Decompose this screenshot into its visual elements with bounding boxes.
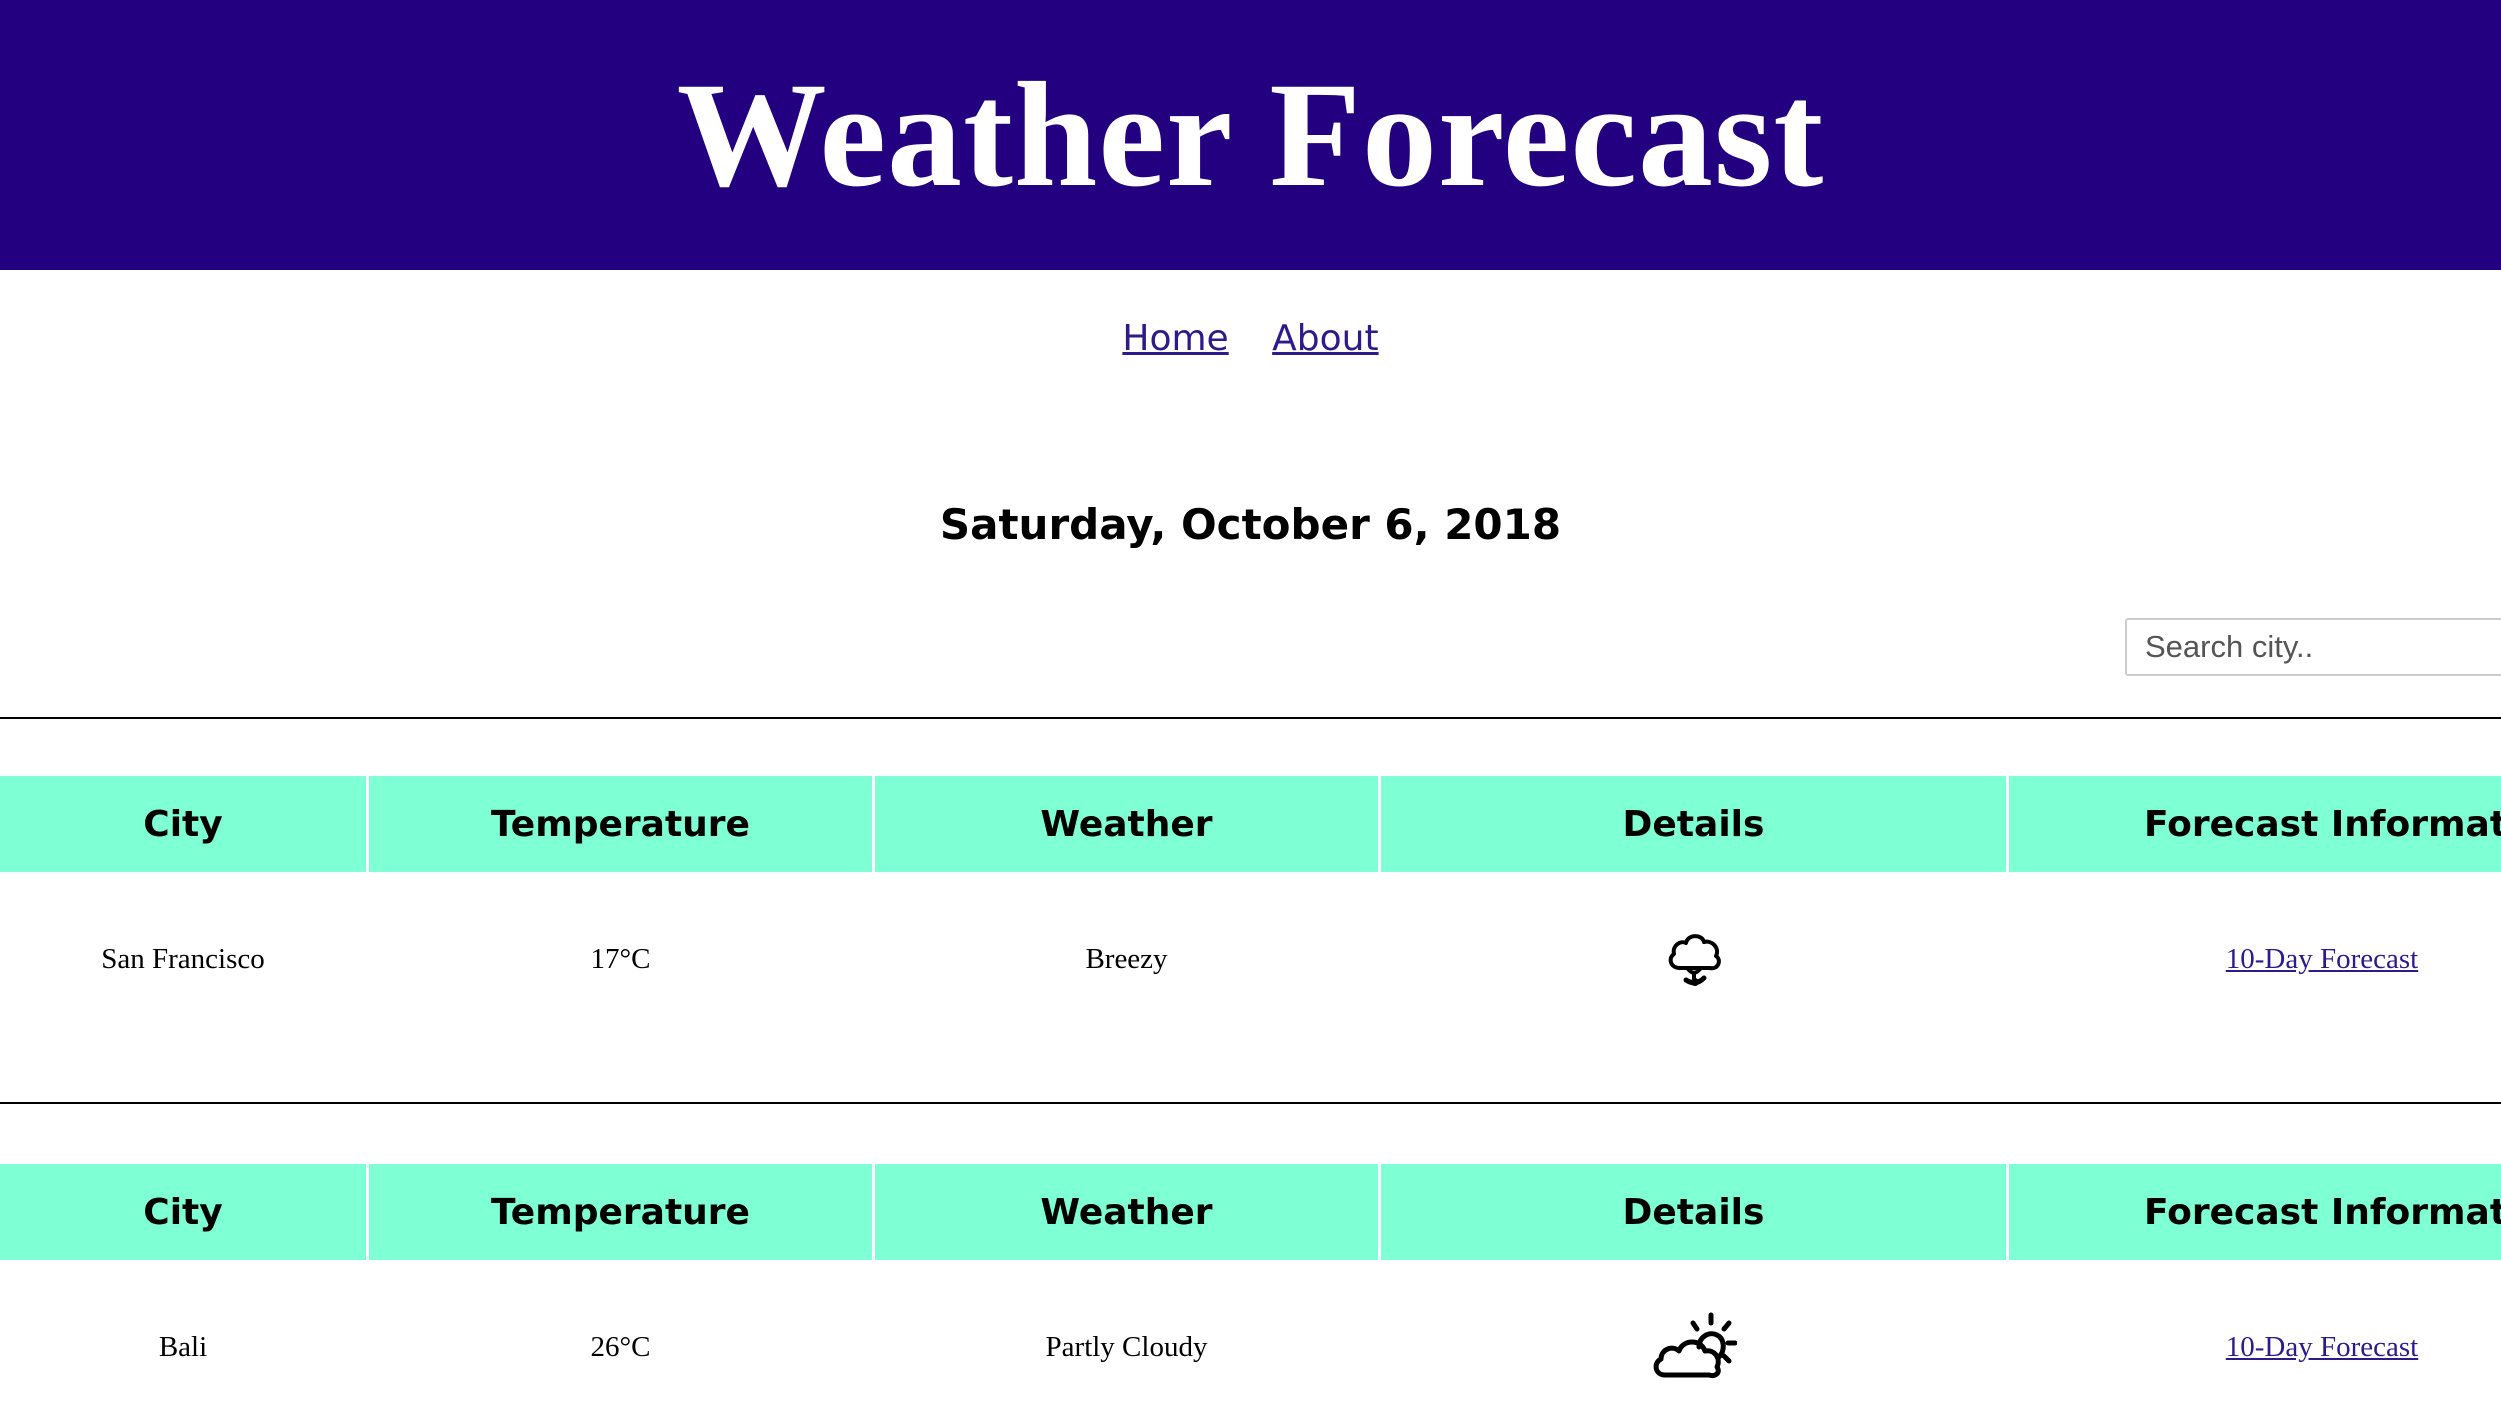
header-weather: Weather bbox=[875, 1164, 1378, 1260]
header-details: Details bbox=[1381, 1164, 2006, 1260]
nav-about-link[interactable]: About bbox=[1272, 318, 1378, 359]
divider bbox=[0, 717, 2501, 719]
weather-table-bali: City Temperature Weather Details Forecas… bbox=[0, 1164, 2501, 1260]
ten-day-forecast-link[interactable]: 10-Day Forecast bbox=[2226, 1331, 2418, 1364]
header-city: City bbox=[0, 1164, 366, 1260]
page-title: Weather Forecast bbox=[676, 52, 1825, 218]
temperature-value: 17°C bbox=[590, 942, 651, 975]
header-forecast-information: Forecast Information bbox=[2009, 776, 2501, 872]
header-details: Details bbox=[1381, 776, 2006, 872]
page: Weather Forecast Home About Saturday, Oc… bbox=[0, 0, 2501, 1417]
nav-bar: Home About bbox=[0, 318, 2501, 359]
header-weather: Weather bbox=[875, 776, 1378, 872]
city-name: San Francisco bbox=[101, 942, 265, 975]
header-temperature: Temperature bbox=[369, 1164, 872, 1260]
forecast-link-cell: 10-Day Forecast bbox=[2009, 1302, 2501, 1392]
partly-cloudy-icon bbox=[1381, 1302, 2006, 1392]
search-city-input[interactable] bbox=[2125, 618, 2501, 676]
table-row: Bali 26°C Partly Cloudy 10-Day Forecast bbox=[0, 1302, 2501, 1392]
city-name: Bali bbox=[158, 1330, 208, 1363]
weather-condition: Partly Cloudy bbox=[1045, 1330, 1208, 1363]
table-row: San Francisco 17°C Breezy 10-Day Forecas… bbox=[0, 914, 2501, 1004]
table-header-row: City Temperature Weather Details Forecas… bbox=[0, 1164, 2501, 1260]
weather-table-san-francisco: City Temperature Weather Details Forecas… bbox=[0, 776, 2501, 872]
current-date: Saturday, October 6, 2018 bbox=[939, 500, 1562, 549]
table-header-row: City Temperature Weather Details Forecas… bbox=[0, 776, 2501, 872]
wind-cloud-icon bbox=[1381, 914, 2006, 1004]
header-city: City bbox=[0, 776, 366, 872]
forecast-link-cell: 10-Day Forecast bbox=[2009, 914, 2501, 1004]
header-banner: Weather Forecast bbox=[0, 0, 2501, 270]
ten-day-forecast-link[interactable]: 10-Day Forecast bbox=[2226, 943, 2418, 976]
header-temperature: Temperature bbox=[369, 776, 872, 872]
weather-condition: Breezy bbox=[1085, 942, 1168, 975]
nav-home-link[interactable]: Home bbox=[1122, 318, 1228, 359]
temperature-value: 26°C bbox=[590, 1330, 651, 1363]
header-forecast-information: Forecast Information bbox=[2009, 1164, 2501, 1260]
divider bbox=[0, 1102, 2501, 1104]
